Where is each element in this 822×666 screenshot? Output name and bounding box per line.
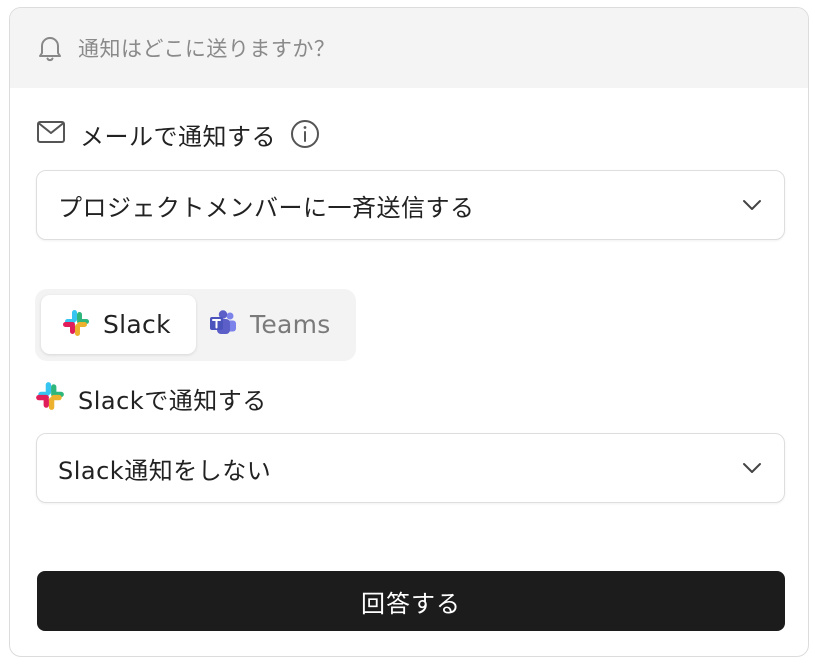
chat-tool-tabs: Slack Teams <box>35 289 356 361</box>
notification-form-card: 通知はどこに送りますか？ メールで通知する プロジェクトメンバーに一斉送信する <box>9 7 809 657</box>
form-header: 通知はどこに送りますか？ <box>10 8 808 88</box>
slack-channel-select[interactable]: Slack通知をしない <box>36 433 785 503</box>
slack-icon <box>34 380 66 416</box>
tab-slack-label: Slack <box>103 310 171 339</box>
email-recipient-value: プロジェクトメンバーに一斉送信する <box>58 193 475 222</box>
slack-notify-label: Slackで通知する <box>78 386 267 415</box>
email-recipient-select[interactable]: プロジェクトメンバーに一斉送信する <box>36 170 785 240</box>
slack-icon <box>61 308 91 342</box>
submit-button[interactable]: 回答する <box>37 571 785 631</box>
tab-teams-label: Teams <box>250 310 331 339</box>
email-notify-label: メールで通知する <box>80 122 276 151</box>
email-notify-label-row: メールで通知する <box>36 116 320 152</box>
bell-icon <box>36 33 64 63</box>
chevron-down-icon <box>742 195 762 215</box>
form-question: 通知はどこに送りますか？ <box>78 37 336 61</box>
slack-notify-label-row: Slackで通知する <box>34 380 267 416</box>
chevron-down-icon <box>742 458 762 478</box>
teams-icon <box>208 309 238 341</box>
tab-slack[interactable]: Slack <box>41 295 196 354</box>
mail-icon <box>36 120 66 148</box>
tab-teams[interactable]: Teams <box>200 295 345 354</box>
info-icon[interactable] <box>290 119 320 149</box>
slack-channel-value: Slack通知をしない <box>58 456 272 485</box>
